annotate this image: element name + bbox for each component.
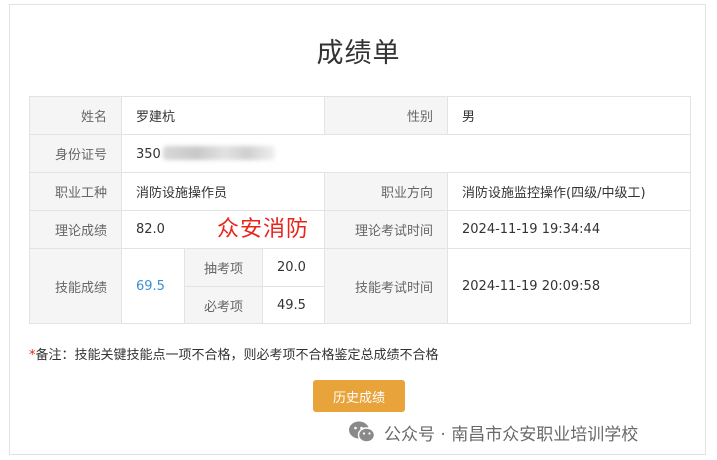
- direction-value: 消防设施监控操作(四级/中级工): [447, 172, 692, 211]
- name-value: 罗建杭: [120, 96, 326, 135]
- id-value: 350: [136, 146, 161, 162]
- skill-time-label: 技能考试时间: [324, 248, 449, 324]
- theory-label: 理论成绩: [29, 210, 122, 249]
- table-row: 技能成绩 69.5 抽考项 20.0 技能考试时间 2024-11-19 20:…: [29, 248, 692, 324]
- watermark-text: 众安消防: [217, 217, 310, 242]
- skill-value: 69.5: [121, 248, 185, 324]
- history-grades-button[interactable]: 历史成绩: [313, 380, 405, 412]
- page-title: 成绩单: [316, 38, 401, 69]
- skill-time-value: 2024-11-19 20:09:58: [447, 248, 692, 324]
- table-row: 职业工种 消防设施操作员 职业方向 消防设施监控操作(四级/中级工): [29, 172, 692, 211]
- job-label: 职业工种: [29, 172, 122, 211]
- name-label: 姓名: [29, 96, 122, 135]
- required-label: 必考项: [184, 286, 263, 324]
- wechat-icon: [349, 421, 376, 443]
- theory-time-value: 2024-11-19 19:34:44: [447, 210, 692, 249]
- theory-time-label: 理论考试时间: [324, 210, 449, 249]
- required-value: 49.5: [261, 286, 326, 324]
- sample-label: 抽考项: [184, 248, 263, 287]
- table-row: 理论成绩 82.0 理论考试时间 2024-11-19 19:34:44: [29, 210, 692, 249]
- grade-table: 姓名 罗建杭 性别 男 身份证号 350 职业工种 消防设施操作员 职业方向 消…: [29, 96, 692, 324]
- id-label: 身份证号: [29, 134, 122, 173]
- footer-watermark: 公众号 · 南昌市众安职业培训学校: [348, 418, 638, 446]
- id-value-cell: 350: [120, 134, 692, 173]
- note: *备注：技能关键技能点一项不合格，则必考项不合格鉴定总成绩不合格: [29, 344, 439, 363]
- table-row: 姓名 罗建杭 性别 男: [29, 96, 692, 135]
- skill-label: 技能成绩: [29, 248, 122, 324]
- gender-value: 男: [447, 96, 692, 135]
- gender-label: 性别: [324, 96, 449, 135]
- sample-value: 20.0: [261, 248, 326, 287]
- note-text: 备注：技能关键技能点一项不合格，则必考项不合格鉴定总成绩不合格: [35, 348, 439, 363]
- table-row: 身份证号 350: [29, 134, 692, 173]
- id-redacted-blur: [162, 145, 275, 160]
- footer-text: 公众号 · 南昌市众安职业培训学校: [384, 424, 639, 445]
- job-value: 消防设施操作员: [120, 172, 326, 211]
- direction-label: 职业方向: [324, 172, 449, 211]
